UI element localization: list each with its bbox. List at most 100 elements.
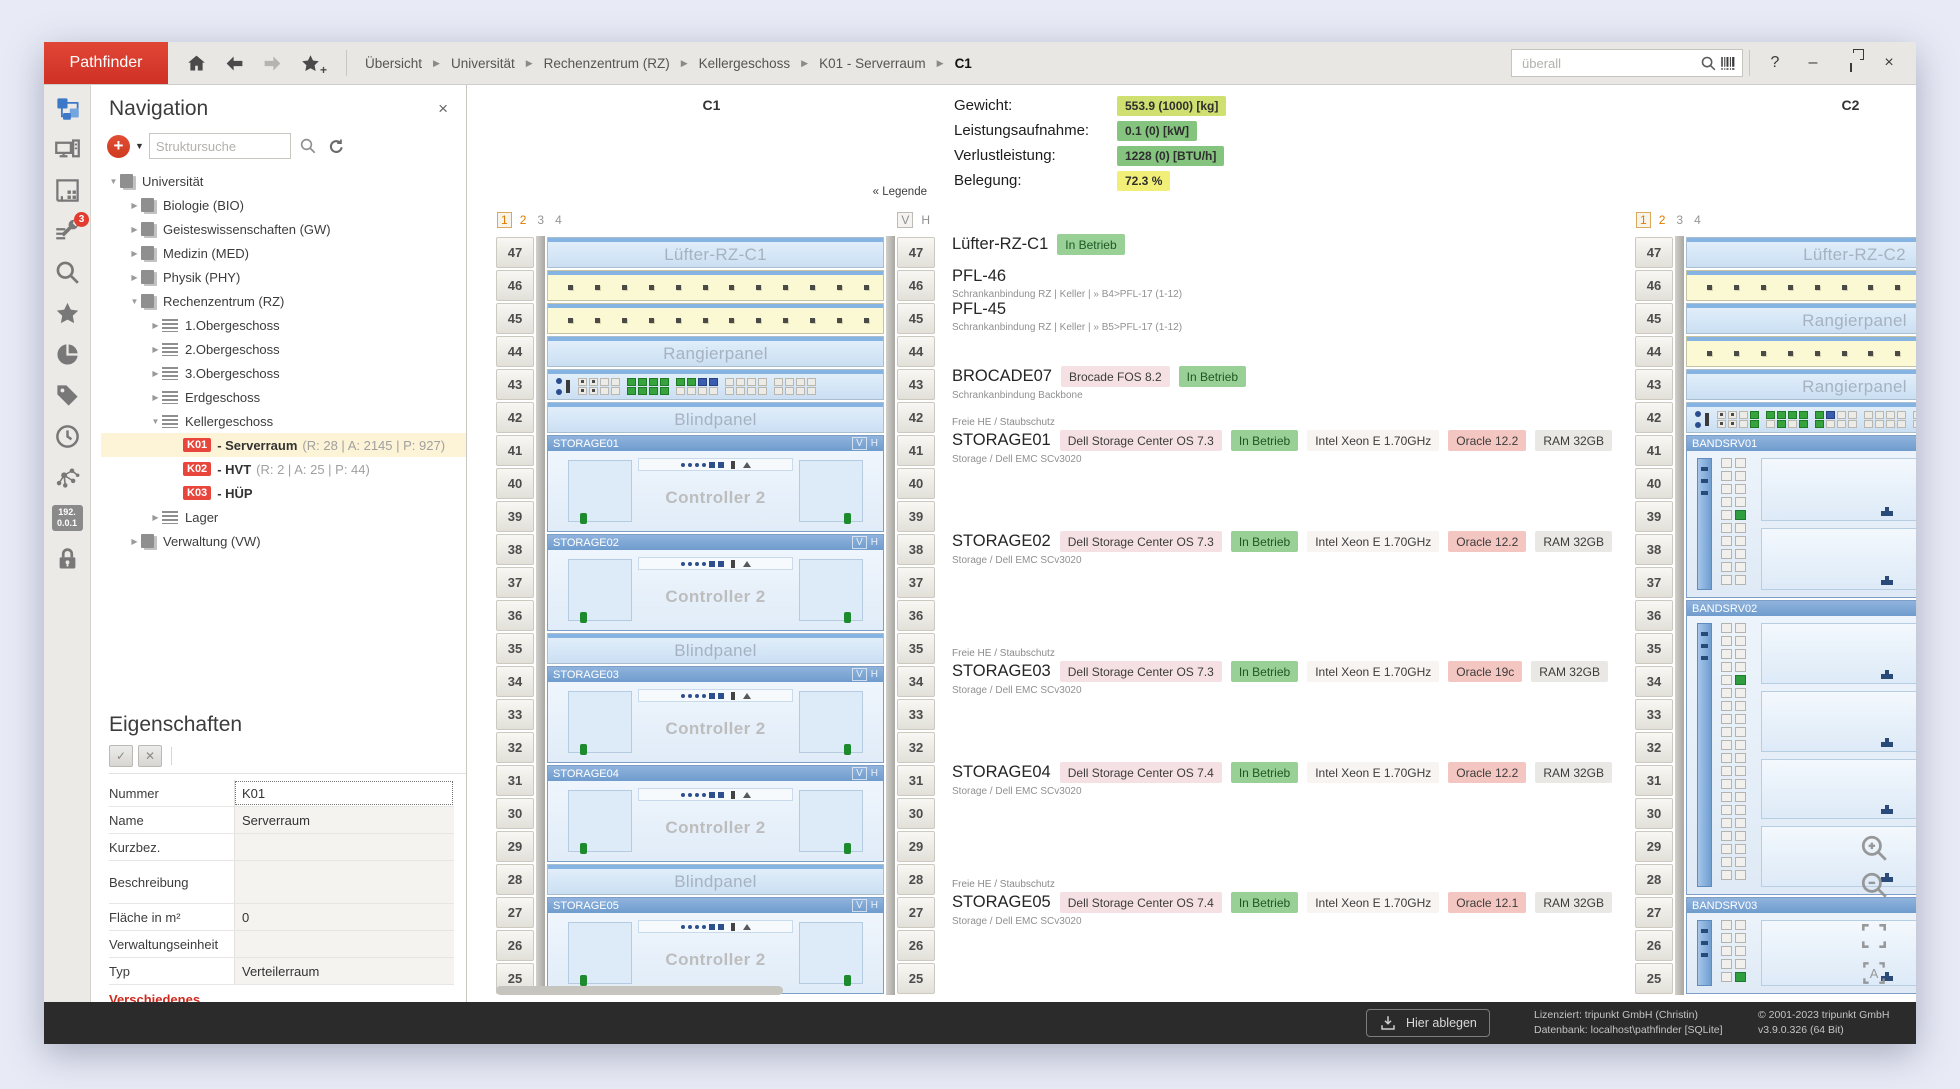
app-logo[interactable]: Pathfinder: [44, 42, 168, 84]
rack-unit-number[interactable]: 42: [1635, 402, 1673, 433]
rack-unit-number[interactable]: 37: [1635, 567, 1673, 598]
rack-tab[interactable]: 3: [534, 213, 547, 227]
tree-item[interactable]: ▼Universität: [101, 169, 466, 193]
device-name-link[interactable]: BROCADE07: [952, 367, 1052, 386]
rack-unit-number[interactable]: 30: [897, 798, 935, 829]
tree-item[interactable]: ▶Erdgeschoss: [101, 385, 466, 409]
network-icon[interactable]: [51, 462, 83, 492]
tree-item[interactable]: ▶Biologie (BIO): [101, 193, 466, 217]
structure-search-input[interactable]: [149, 133, 291, 159]
expand-icon[interactable]: ▶: [149, 513, 162, 522]
tree-item[interactable]: ▶Lager: [101, 505, 466, 529]
rack-tab[interactable]: 4: [552, 213, 565, 227]
rack-device-switch[interactable]: [547, 369, 884, 400]
zoom-out-button[interactable]: [1859, 870, 1889, 900]
rack-unit-number[interactable]: 26: [1635, 930, 1673, 961]
rack-unit-number[interactable]: 29: [1635, 831, 1673, 862]
device-name-link[interactable]: STORAGE01: [952, 431, 1051, 450]
rack-unit-number[interactable]: 45: [496, 303, 534, 334]
rack-unit-number[interactable]: 35: [496, 633, 534, 664]
rack-unit-number[interactable]: 37: [897, 567, 935, 598]
expand-icon[interactable]: ▶: [128, 225, 141, 234]
apply-button[interactable]: ✓: [109, 745, 133, 767]
device-view-v[interactable]: V: [852, 437, 867, 450]
rack-unit-number[interactable]: 28: [1635, 864, 1673, 895]
device-view-v[interactable]: V: [852, 668, 867, 681]
refresh-icon[interactable]: [325, 134, 349, 158]
device-view-v[interactable]: V: [852, 899, 867, 912]
forward-icon[interactable]: [260, 51, 284, 75]
tree-item[interactable]: ▶Physik (PHY): [101, 265, 466, 289]
rack-tab[interactable]: 1: [1636, 212, 1651, 228]
clock-icon[interactable]: [51, 421, 83, 451]
tree-item[interactable]: ▶Medizin (MED): [101, 241, 466, 265]
rack-device-switch[interactable]: [1686, 402, 1916, 433]
property-value-field[interactable]: [234, 931, 454, 957]
rack-unit-number[interactable]: 31: [1635, 765, 1673, 796]
rack-unit-number[interactable]: 45: [1635, 303, 1673, 334]
rack-unit-number[interactable]: 38: [897, 534, 935, 565]
property-value-field[interactable]: [234, 861, 454, 903]
expand-icon[interactable]: ▶: [149, 369, 162, 378]
rack-device-storage03[interactable]: STORAGE03VHController 2: [547, 666, 884, 763]
rack-unit-number[interactable]: 43: [1635, 369, 1673, 400]
close-button[interactable]: ×: [1870, 42, 1908, 84]
device-view-h[interactable]: H: [871, 669, 878, 680]
rack-unit-number[interactable]: 29: [897, 831, 935, 862]
rack-unit-number[interactable]: 41: [897, 435, 935, 466]
rack-unit-number[interactable]: 33: [496, 699, 534, 730]
hierarchy-icon[interactable]: [51, 93, 83, 123]
ip-icon[interactable]: 192.0.0.1: [51, 503, 83, 533]
zoom-in-button[interactable]: [1859, 833, 1889, 863]
rack-device-blindpanel[interactable]: Blindpanel: [547, 402, 884, 433]
rack-unit-number[interactable]: 25: [1635, 963, 1673, 994]
rack-unit-number[interactable]: 44: [897, 336, 935, 367]
rack-device-storage04[interactable]: STORAGE04VHController 2: [547, 765, 884, 862]
rack-device-bandsrv01[interactable]: BANDSRV01: [1686, 435, 1916, 598]
add-node-button[interactable]: +: [107, 135, 130, 158]
breadcrumb-item[interactable]: Universität: [451, 56, 515, 71]
horizontal-scrollbar[interactable]: [496, 986, 783, 995]
tools-icon[interactable]: 3: [51, 216, 83, 246]
rack-unit-number[interactable]: 38: [1635, 534, 1673, 565]
home-icon[interactable]: [184, 51, 208, 75]
rack-unit-number[interactable]: 39: [496, 501, 534, 532]
rack-unit-number[interactable]: 36: [1635, 600, 1673, 631]
auto-label-button[interactable]: A: [1859, 958, 1889, 988]
rack-device-l-fter-rz-c2[interactable]: Lüfter-RZ-C2: [1686, 237, 1916, 268]
rack-unit-number[interactable]: 34: [496, 666, 534, 697]
rack-unit-number[interactable]: 41: [1635, 435, 1673, 466]
rack-unit-number[interactable]: 40: [496, 468, 534, 499]
rack-unit-number[interactable]: 29: [496, 831, 534, 862]
breadcrumb-item[interactable]: C1: [955, 56, 972, 71]
device-view-h[interactable]: H: [871, 768, 878, 779]
legend-link[interactable]: « Legende: [496, 186, 927, 198]
tree-item[interactable]: K01- Serverraum(R: 28 | A: 2145 | P: 927…: [101, 433, 466, 457]
property-value-field[interactable]: [234, 834, 454, 860]
rack-unit-number[interactable]: 28: [496, 864, 534, 895]
lock-icon[interactable]: [51, 544, 83, 574]
expand-icon[interactable]: ▶: [128, 273, 141, 282]
rack-tab[interactable]: 2: [1656, 213, 1669, 227]
expand-icon[interactable]: ▶: [128, 201, 141, 210]
rack-unit-number[interactable]: 47: [496, 237, 534, 268]
tree-item[interactable]: ▶1.Obergeschoss: [101, 313, 466, 337]
device-view-h[interactable]: H: [871, 438, 878, 449]
search-icon[interactable]: [51, 257, 83, 287]
collapse-icon[interactable]: ▼: [128, 297, 141, 306]
rack-unit-number[interactable]: 39: [897, 501, 935, 532]
collapse-icon[interactable]: ▼: [107, 177, 120, 186]
tree-item[interactable]: ▶Geisteswissenschaften (GW): [101, 217, 466, 241]
rack-unit-number[interactable]: 43: [496, 369, 534, 400]
breadcrumb-item[interactable]: Rechenzentrum (RZ): [544, 56, 670, 71]
rack-unit-number[interactable]: 33: [1635, 699, 1673, 730]
tree-item[interactable]: K03- HÜP: [101, 481, 466, 505]
rack-device-yellow[interactable]: [547, 303, 884, 334]
rack-unit-number[interactable]: 37: [496, 567, 534, 598]
rack-tab[interactable]: 1: [497, 212, 512, 228]
drop-zone[interactable]: Hier ablegen: [1366, 1009, 1490, 1037]
search-icon[interactable]: [1698, 53, 1718, 73]
device-view-h[interactable]: H: [871, 900, 878, 911]
fit-screen-button[interactable]: [1859, 921, 1889, 951]
rack-unit-number[interactable]: 41: [496, 435, 534, 466]
